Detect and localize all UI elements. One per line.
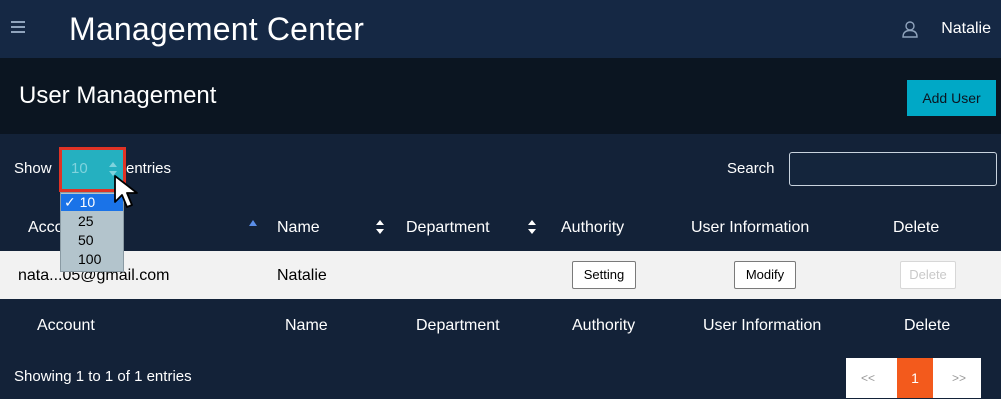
sort-ascending-icon[interactable] — [248, 219, 258, 229]
authority-setting-button[interactable]: Setting — [572, 261, 636, 289]
dropdown-option-100[interactable]: 100 — [61, 251, 123, 268]
footer-account: Account — [37, 317, 95, 334]
footer-name: Name — [285, 317, 328, 334]
column-header-authority: Authority — [561, 219, 625, 236]
next-page-button[interactable]: >> — [937, 358, 981, 398]
footer-user-information: User Information — [703, 317, 822, 334]
top-bar: Management Center Natalie — [0, 0, 1001, 58]
dropdown-option-50[interactable]: 50 — [61, 232, 123, 249]
prev-page-button[interactable]: << — [846, 358, 890, 398]
cell-name: Natalie — [277, 267, 327, 284]
show-label: Show — [14, 160, 52, 177]
column-header-department[interactable]: Department — [406, 218, 490, 238]
column-header-user-information: User Information — [691, 219, 810, 236]
page-title: User Management — [19, 82, 217, 109]
user-menu[interactable]: Natalie — [901, 17, 991, 41]
hamburger-menu-icon[interactable] — [11, 21, 25, 35]
app-title: Management Center — [69, 11, 365, 47]
add-user-button[interactable]: Add User — [907, 80, 996, 116]
mouse-pointer-icon — [114, 175, 138, 208]
column-header-delete: Delete — [893, 219, 940, 236]
dropdown-option-25[interactable]: 25 — [61, 213, 123, 230]
page-length-value: 10 — [71, 160, 88, 177]
footer-delete: Delete — [904, 317, 951, 334]
page-button-1[interactable]: 1 — [897, 358, 933, 398]
sort-both-icon[interactable] — [375, 219, 385, 235]
column-header-name[interactable]: Name — [277, 218, 320, 238]
modify-user-button[interactable]: Modify — [734, 261, 796, 289]
table-info: Showing 1 to 1 of 1 entries — [14, 368, 192, 385]
search-label: Search — [727, 160, 775, 177]
section-header: User Management Add User — [0, 58, 1001, 134]
delete-user-button: Delete — [900, 261, 956, 289]
user-icon — [902, 21, 918, 38]
pagination: << 1 >> — [846, 358, 981, 398]
footer-authority: Authority — [572, 317, 636, 334]
search-input[interactable] — [789, 152, 997, 186]
user-name: Natalie — [941, 20, 991, 37]
sort-both-icon[interactable] — [527, 219, 537, 235]
footer-department: Department — [416, 317, 500, 334]
